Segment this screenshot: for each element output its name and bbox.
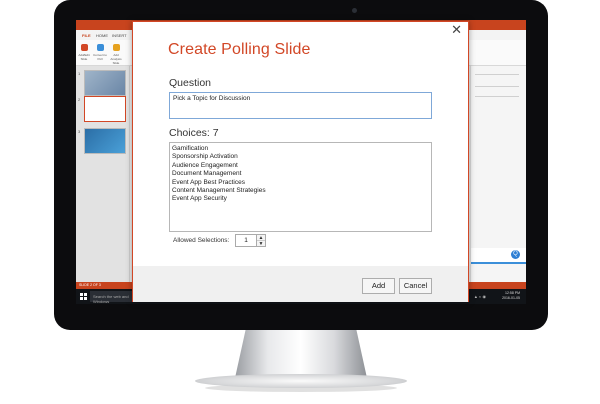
tray-icons[interactable]: ▲ ◐ ◉: [474, 294, 486, 299]
choice-item[interactable]: Document Management: [172, 170, 429, 178]
slide-thumbnail[interactable]: [84, 70, 126, 96]
divider: [475, 74, 519, 75]
chevron-down-icon[interactable]: ▼: [257, 241, 265, 247]
app-logo-icon[interactable]: Q: [511, 250, 520, 259]
close-icon[interactable]: ✕: [451, 23, 462, 37]
choices-list[interactable]: Gamification Sponsorship Activation Audi…: [169, 142, 432, 232]
analysis-slide-icon[interactable]: [113, 44, 120, 51]
task-pane: Q: [470, 66, 526, 282]
stepper-buttons: ▲ ▼: [257, 234, 266, 247]
tab-file[interactable]: FILE: [82, 33, 91, 38]
clock-date: 2016-01-05: [502, 296, 520, 300]
choice-item[interactable]: Event App Best Practices: [172, 179, 429, 187]
ribbon-label-convert: Convert to Poll: [93, 53, 107, 61]
allowed-selections-stepper[interactable]: 1: [235, 234, 257, 247]
add-button[interactable]: Add: [362, 278, 395, 294]
ribbon-label-analysis: Add Analysis Slide: [110, 53, 122, 65]
tab-home[interactable]: HOME: [96, 33, 108, 38]
monitor-neck: [235, 330, 367, 378]
edit-slide-icon[interactable]: [81, 44, 88, 51]
monitor-base: [195, 374, 407, 388]
choice-item[interactable]: Event App Security: [172, 195, 429, 203]
stage: FILE HOME INSERT Add/Edit Slide Convert …: [0, 0, 600, 404]
ribbon-label-edit: Add/Edit Slide: [78, 53, 90, 61]
slide-thumbnails-pane: 1 2 3: [76, 66, 130, 282]
choice-item[interactable]: Sponsorship Activation: [172, 153, 429, 161]
question-label: Question: [169, 77, 212, 89]
divider: [475, 96, 519, 97]
allowed-selections-label: Allowed Selections:: [173, 237, 230, 244]
choices-label: Choices: 7: [169, 127, 219, 139]
tab-insert[interactable]: INSERT: [112, 33, 127, 38]
taskbar-clock[interactable]: 12:58 PM 2016-01-05: [502, 291, 520, 301]
cancel-button[interactable]: Cancel: [399, 278, 432, 294]
question-input[interactable]: Pick a Topic for Discussion: [169, 92, 432, 119]
dialog-footer: Add Cancel: [133, 266, 468, 302]
choice-item[interactable]: Content Management Strategies: [172, 187, 429, 195]
create-polling-slide-dialog: ✕ Create Polling Slide Question Pick a T…: [132, 21, 469, 302]
choice-item[interactable]: Gamification: [172, 145, 429, 153]
slide-thumbnail-selected[interactable]: [84, 96, 126, 122]
slide-number: 3: [78, 129, 81, 134]
camera: [352, 8, 357, 13]
choice-item[interactable]: Audience Engagement: [172, 162, 429, 170]
divider: [475, 86, 519, 87]
slide-thumbnail[interactable]: [84, 128, 126, 154]
slide-number: 2: [78, 97, 81, 102]
dialog-title: Create Polling Slide: [168, 41, 311, 58]
slide-number: 1: [78, 71, 81, 76]
taskbar-search-input[interactable]: Search the web and Windows: [90, 291, 138, 304]
windows-start-icon[interactable]: [80, 293, 87, 300]
convert-poll-icon[interactable]: [97, 44, 104, 51]
status-text: SLIDE 2 OF 3: [79, 283, 101, 287]
